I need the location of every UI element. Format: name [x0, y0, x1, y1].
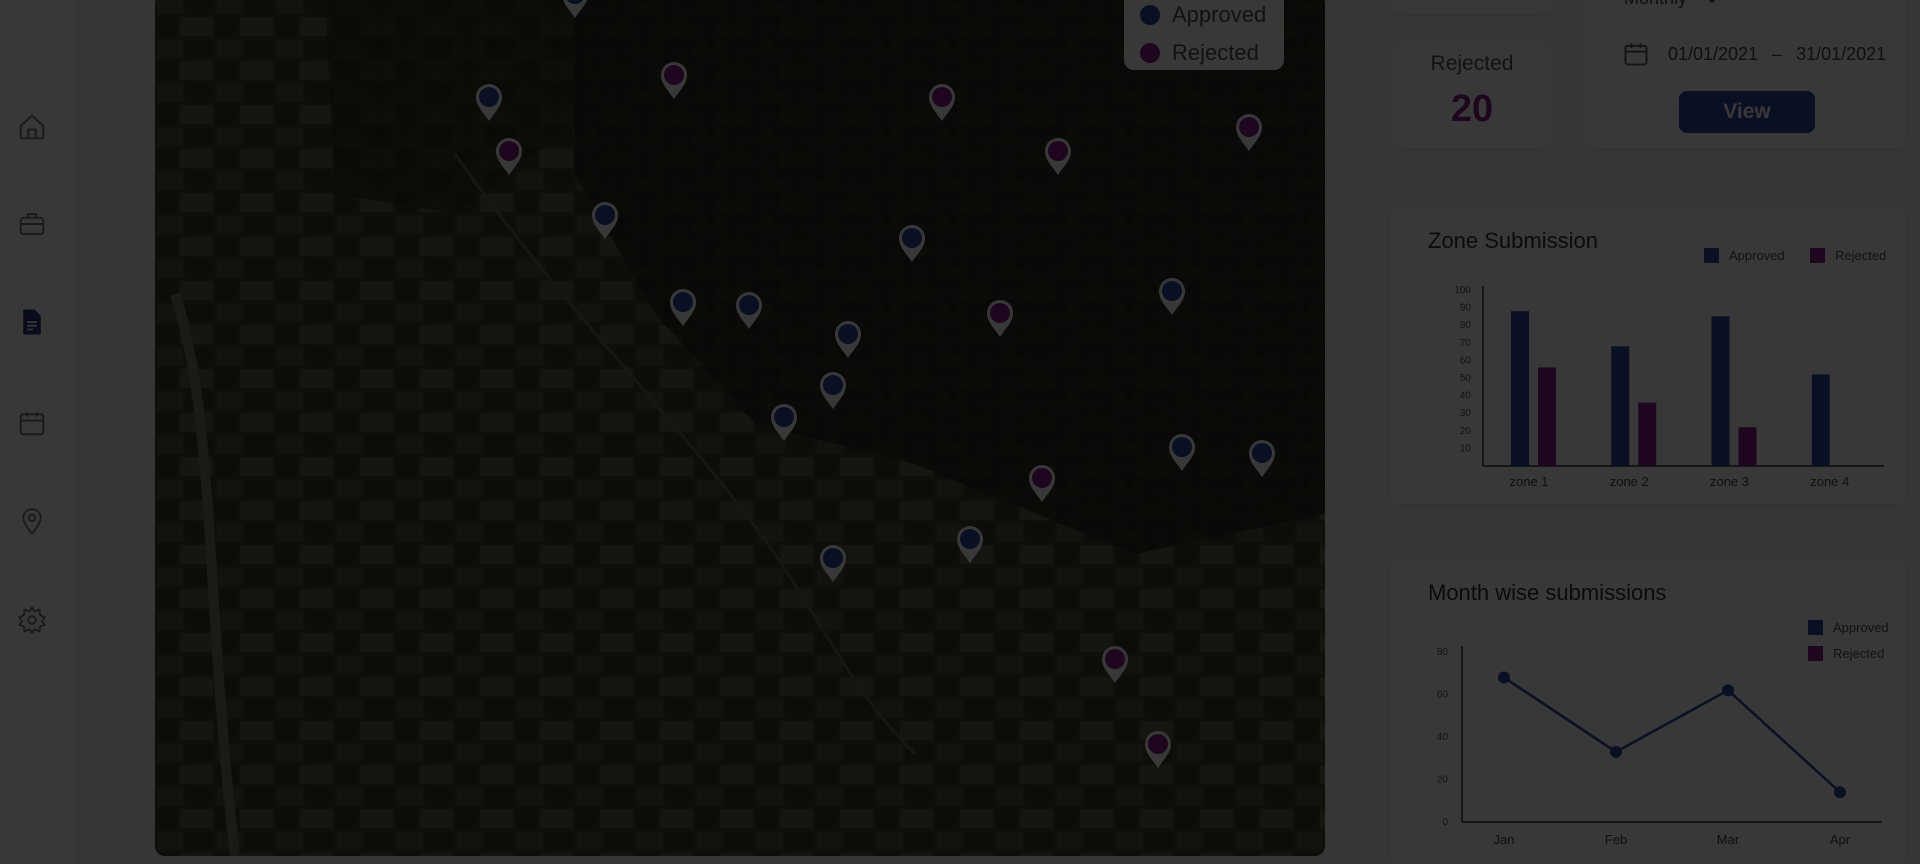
map-marker-approved-icon[interactable] [897, 223, 927, 263]
map-marker-rejected-icon[interactable] [1027, 463, 1057, 503]
date-filter-card: Monthly 01/01/2021 – 31/01/2021 View [1584, 0, 1906, 148]
map-marker-approved-icon[interactable] [734, 290, 764, 330]
submission-map[interactable]: Approved Rejected [155, 0, 1325, 856]
date-from: 01/01/2021 [1668, 43, 1759, 64]
period-dropdown[interactable]: Monthly [1624, 0, 1723, 9]
zone-bar-approved [1711, 316, 1730, 466]
map-marker-rejected-icon[interactable] [985, 298, 1015, 338]
month-x-tick-label: Apr [1830, 832, 1851, 847]
zone-y-tick-label: 30 [1460, 408, 1472, 419]
gear-icon[interactable] [14, 602, 50, 638]
zone-y-tick-label: 90 [1460, 303, 1472, 314]
map-marker-rejected-icon[interactable] [1100, 644, 1130, 684]
zone-x-tick-label: zone 2 [1610, 474, 1649, 489]
map-legend: Approved Rejected [1124, 0, 1284, 70]
month-submission-card: Month wise submissions Approved Rejected… [1390, 558, 1906, 864]
month-x-tick-label: Jan [1494, 832, 1515, 847]
zone-bar-approved [1611, 346, 1630, 466]
zone-submission-card: Zone Submission Approved Rejected 10 20 30… [1390, 208, 1906, 504]
month-line-chart: 0 20 40 60 80 Jan Feb Mar Apr [1437, 646, 1882, 847]
map-marker-approved-icon[interactable] [590, 200, 620, 240]
month-data-point [1834, 786, 1846, 799]
map-marker-approved-icon[interactable] [474, 82, 504, 122]
zone-bar-approved [1511, 311, 1529, 466]
map-marker-approved-icon[interactable] [769, 402, 799, 442]
month-data-point [1610, 745, 1622, 758]
calendar-icon[interactable] [14, 405, 50, 441]
month-x-tick-label: Feb [1605, 832, 1627, 847]
zone-bar-approved [1811, 374, 1830, 466]
date-to: 31/01/2021 [1796, 43, 1887, 64]
date-separator: – [1772, 43, 1783, 64]
calendar-icon [1624, 43, 1648, 66]
zone-x-tick-label: zone 3 [1710, 474, 1749, 489]
approved-dot-icon [1140, 5, 1160, 25]
month-series-line-approved [1503, 676, 1841, 794]
sidebar [0, 0, 78, 864]
month-data-point [1722, 684, 1734, 697]
map-marker-rejected-icon[interactable] [494, 136, 524, 176]
zone-bar-rejected [1638, 402, 1657, 466]
month-y-tick-label: 40 [1437, 732, 1449, 743]
legend-rejected: Rejected [1140, 34, 1268, 72]
view-button[interactable]: View [1679, 91, 1815, 133]
legend-approved: Approved [1140, 0, 1268, 34]
month-y-tick-label: 0 [1442, 817, 1448, 828]
satellite-map-image[interactable] [155, 0, 1325, 856]
map-marker-rejected-icon[interactable] [927, 82, 957, 122]
month-y-tick-label: 60 [1437, 690, 1449, 701]
zone-bar-rejected [1538, 367, 1556, 466]
zone-y-tick-label: 60 [1460, 355, 1472, 366]
rejected-stat-card: Rejected 20 [1392, 42, 1552, 148]
map-marker-approved-icon[interactable] [833, 319, 863, 359]
zone-bar-chart: 10 20 30 40 50 60 70 80 90 100 zone 1 zone 2 zone 3 z… [1454, 285, 1884, 489]
zone-y-tick-label: 40 [1460, 391, 1472, 402]
map-marker-approved-icon[interactable] [1247, 438, 1277, 478]
zone-x-tick-label: zone 1 [1509, 474, 1548, 489]
zone-x-tick-label: zone 4 [1810, 474, 1849, 489]
month-data-point [1498, 671, 1510, 684]
zone-y-tick-label: 20 [1460, 426, 1472, 437]
map-marker-rejected-icon[interactable] [1234, 112, 1264, 152]
month-x-tick-label: Mar [1717, 832, 1740, 847]
location-pin-icon[interactable] [14, 503, 50, 539]
map-marker-approved-icon[interactable] [1157, 276, 1187, 316]
map-marker-approved-icon[interactable] [1167, 432, 1197, 472]
document-icon[interactable] [14, 304, 50, 340]
map-marker-rejected-icon[interactable] [1143, 729, 1173, 769]
date-range[interactable]: 01/01/2021 – 31/01/2021 [1622, 40, 1886, 68]
zone-y-tick-label: 50 [1460, 373, 1472, 384]
map-marker-approved-icon[interactable] [955, 524, 985, 564]
map-marker-rejected-icon[interactable] [659, 60, 689, 100]
map-marker-approved-icon[interactable] [560, 0, 590, 19]
home-icon[interactable] [14, 109, 50, 145]
map-marker-approved-icon[interactable] [668, 287, 698, 327]
chevron-down-icon [1709, 0, 1715, 3]
rejected-dot-icon [1140, 43, 1160, 63]
zone-y-tick-label: 100 [1454, 285, 1471, 296]
zone-bar-rejected [1738, 427, 1757, 466]
map-marker-rejected-icon[interactable] [1043, 136, 1073, 176]
month-y-tick-label: 80 [1437, 647, 1449, 658]
month-y-tick-label: 20 [1437, 775, 1449, 786]
zone-y-tick-label: 70 [1460, 338, 1472, 349]
map-marker-approved-icon[interactable] [818, 370, 848, 410]
rejected-stat-value: 20 [1450, 88, 1494, 130]
map-marker-approved-icon[interactable] [818, 543, 848, 583]
zone-y-tick-label: 80 [1460, 320, 1472, 331]
briefcase-icon[interactable] [14, 206, 50, 242]
rejected-stat-label: Rejected [1430, 52, 1514, 75]
period-selected: Monthly [1624, 0, 1687, 9]
legend-approved-label: Approved [1172, 2, 1267, 27]
zone-y-tick-label: 10 [1460, 443, 1472, 454]
approved-stat-card [1392, 0, 1552, 14]
legend-rejected-label: Rejected [1172, 40, 1259, 65]
